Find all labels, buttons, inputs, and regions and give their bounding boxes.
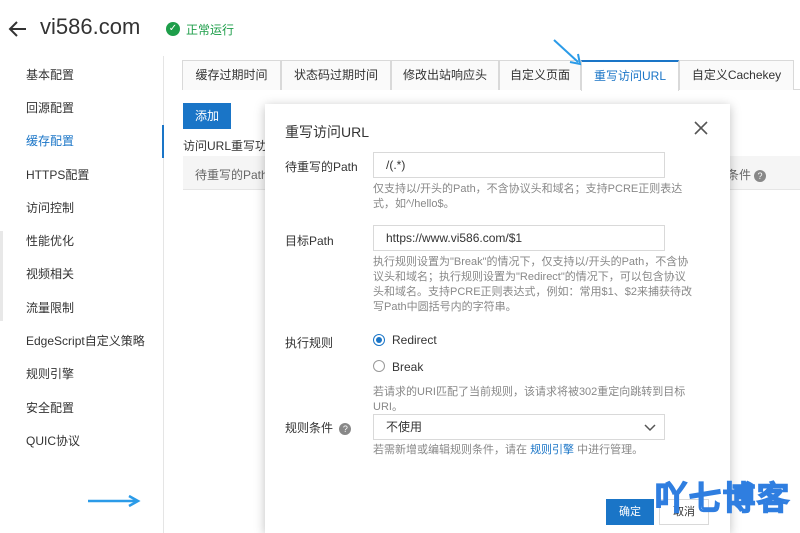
rewrite-url-dialog: 重写访问URL 待重写的Path /(.*) 仅支持以/开头的Path，不含协议… (265, 104, 730, 533)
radio-redirect-label[interactable]: Redirect (392, 333, 437, 347)
watermark-logo: 吖七博客 (654, 479, 792, 517)
tab-rewrite-url[interactable]: 重写访问URL (581, 60, 679, 91)
dialog-title: 重写访问URL (285, 124, 370, 140)
help-icon[interactable]: ? (339, 423, 352, 435)
radio-break[interactable] (373, 360, 385, 372)
sidebar-item-performance[interactable]: 性能优化 (0, 225, 164, 258)
condition-select-value: 不使用 (386, 420, 423, 434)
condition-label: 规则条件 ? (285, 419, 352, 436)
help-icon[interactable]: ? (754, 170, 767, 182)
sidebar-item-video[interactable]: 视频相关 (0, 258, 164, 291)
section-label: 访问URL重写功能 (183, 139, 273, 153)
target-path-help: 执行规则设置为"Break"的情况下，仅支持以/开头的Path，不含协议头和域名… (373, 256, 693, 313)
column-header-path: 待重写的Path (195, 168, 268, 182)
chevron-down-icon (644, 424, 656, 432)
sidebar-item-security[interactable]: 安全配置 (0, 392, 164, 425)
sidebar-item-edgescript[interactable]: EdgeScript自定义策略 (0, 325, 164, 358)
condition-help-suffix: 中进行管理。 (577, 444, 644, 456)
radio-break-label[interactable]: Break (392, 360, 423, 374)
annotation-arrow-icon (553, 39, 582, 66)
radio-redirect[interactable] (373, 334, 385, 346)
target-path-input[interactable]: https://www.vi586.com/$1 (373, 225, 665, 251)
sidebar-item-traffic-limit[interactable]: 流量限制 (0, 292, 164, 325)
confirm-button[interactable]: 确定 (606, 499, 654, 525)
page-title: vi586.com (40, 14, 141, 39)
path-help: 仅支持以/开头的Path，不含协议头和域名；支持PCRE正则表达式，如^/hel… (373, 183, 683, 210)
sidebar-item-cache[interactable]: 缓存配置 (0, 125, 164, 158)
page-header: vi586.com ✓ 正常运行 (0, 0, 800, 56)
sidebar-item-origin[interactable]: 回源配置 (0, 92, 164, 125)
path-label: 待重写的Path (285, 160, 358, 174)
tab-response-header[interactable]: 修改出站响应头 (391, 60, 499, 90)
target-path-label: 目标Path (285, 234, 334, 248)
tab-custom-cachekey[interactable]: 自定义Cachekey (679, 60, 794, 90)
condition-label-text: 规则条件 (285, 421, 334, 435)
sidebar-item-quic[interactable]: QUIC协议 (0, 425, 164, 458)
add-button[interactable]: 添加 (183, 103, 231, 129)
tab-status-code-expire[interactable]: 状态码过期时间 (281, 60, 391, 90)
condition-select[interactable]: 不使用 (373, 414, 665, 440)
sidebar-item-rule-engine[interactable]: 规则引擎 (0, 358, 164, 391)
arrow-left-icon[interactable] (8, 14, 28, 44)
annotation-arrow-icon (88, 494, 141, 508)
condition-help-prefix: 若需新增或编辑规则条件，请在 (373, 444, 527, 456)
tab-bar: 缓存过期时间 状态码过期时间 修改出站响应头 自定义页面 重写访问URL 自定义… (182, 60, 800, 91)
condition-help: 若需新增或编辑规则条件，请在 规则引擎 中进行管理。 (373, 443, 693, 458)
column-header-condition: 条件? (727, 166, 767, 183)
sidebar-scroll-marker (0, 231, 3, 321)
sidebar-item-https[interactable]: HTTPS配置 (0, 159, 164, 192)
rule-engine-link[interactable]: 规则引擎 (530, 444, 574, 456)
tab-cache-expire[interactable]: 缓存过期时间 (182, 60, 281, 90)
status-text: 正常运行 (186, 23, 235, 37)
sidebar: 基本配置 回源配置 缓存配置 HTTPS配置 访问控制 性能优化 视频相关 流量… (0, 56, 164, 533)
rule-help: 若请求的URI匹配了当前规则，该请求将被302重定向跳转到目标URI。 (373, 386, 686, 413)
check-circle-icon: ✓ (166, 22, 180, 36)
path-input[interactable]: /(.*) (373, 152, 665, 178)
rule-label: 执行规则 (285, 336, 334, 350)
column-header-condition-label: 条件 (727, 168, 752, 182)
sidebar-item-access-control[interactable]: 访问控制 (0, 192, 164, 225)
close-icon[interactable] (692, 120, 710, 138)
sidebar-item-basic[interactable]: 基本配置 (0, 59, 164, 92)
